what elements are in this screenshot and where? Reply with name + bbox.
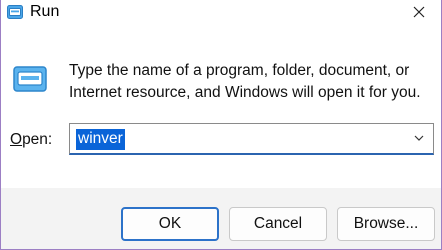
title-bar[interactable]: Run	[1, 0, 441, 26]
run-icon	[13, 66, 47, 92]
run-icon	[7, 5, 23, 19]
close-icon	[413, 5, 425, 22]
dialog-body: Type the name of a program, folder, docu…	[1, 26, 441, 188]
ok-button[interactable]: OK	[121, 207, 219, 241]
dialog-description: Type the name of a program, folder, docu…	[69, 62, 421, 101]
open-combobox[interactable]: winver	[69, 123, 434, 155]
button-bar: OK Cancel Browse...	[1, 188, 441, 249]
dropdown-button[interactable]	[411, 130, 427, 146]
chevron-down-icon	[411, 133, 427, 150]
run-dialog-window: Run Type the name of a program, folder, …	[0, 0, 442, 250]
open-input-value[interactable]: winver	[76, 129, 125, 150]
cancel-button[interactable]: Cancel	[229, 207, 327, 241]
open-label: Open:	[10, 131, 53, 148]
browse-button[interactable]: Browse...	[337, 207, 435, 241]
close-button[interactable]	[407, 3, 431, 23]
window-title: Run	[30, 3, 60, 20]
